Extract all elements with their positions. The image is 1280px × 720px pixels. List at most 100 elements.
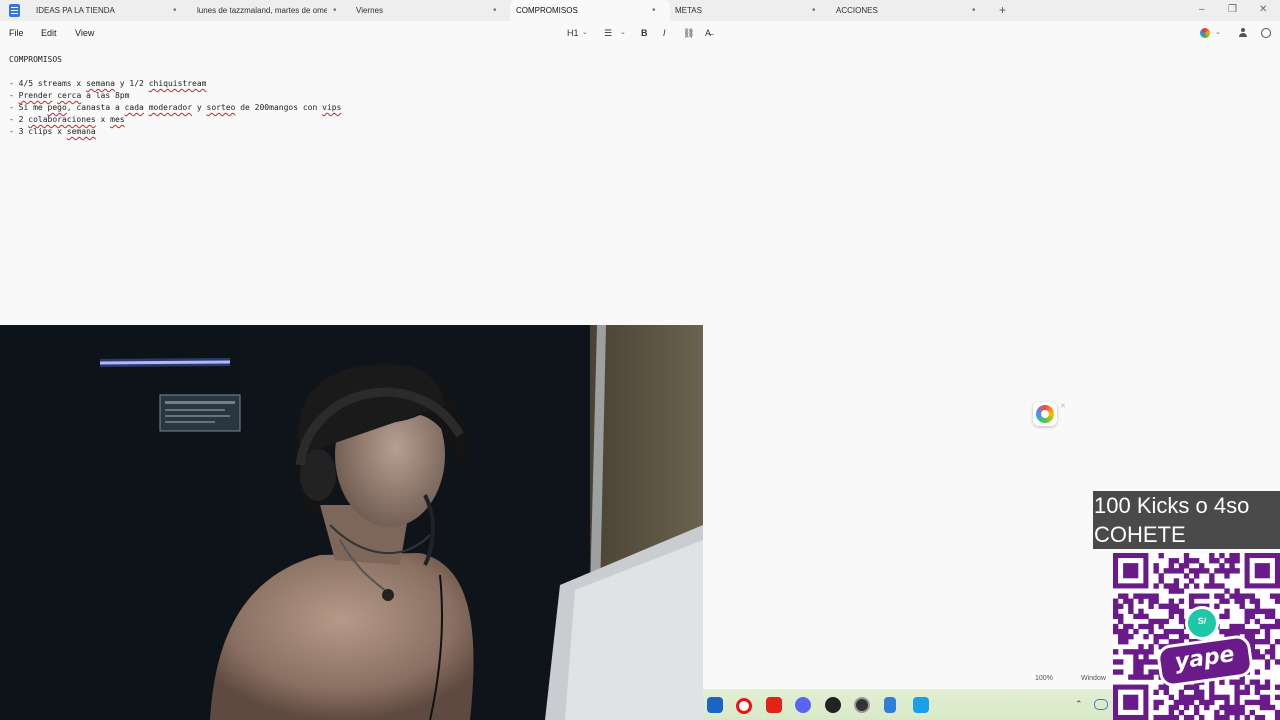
qr-module bbox=[1128, 623, 1134, 630]
chevron-down-icon[interactable]: ⌄ bbox=[1215, 22, 1221, 44]
close-icon[interactable]: ✕ bbox=[1060, 402, 1066, 410]
tab-metas[interactable]: METAS • bbox=[669, 0, 829, 21]
qr-module bbox=[1173, 628, 1180, 635]
tab-close-icon[interactable]: • bbox=[333, 0, 337, 21]
tab-close-icon[interactable]: • bbox=[652, 0, 656, 21]
qr-module bbox=[1143, 674, 1149, 680]
qr-module bbox=[1158, 618, 1164, 625]
opera-icon[interactable] bbox=[736, 698, 752, 714]
tab-viernes[interactable]: Viernes • bbox=[350, 0, 510, 21]
obs-icon[interactable] bbox=[825, 697, 841, 713]
qr-module bbox=[1188, 568, 1195, 574]
qr-module bbox=[1269, 608, 1276, 615]
link-icon[interactable]: ⛓ bbox=[683, 22, 694, 44]
qr-module bbox=[1269, 593, 1276, 599]
qr-module bbox=[1148, 598, 1154, 604]
qr-module bbox=[1133, 654, 1139, 660]
wps-office-icon[interactable] bbox=[766, 697, 782, 713]
tab-ideas-pa-la-tienda[interactable]: IDEAS PA LA TIENDA • bbox=[30, 0, 190, 21]
document-editor[interactable]: COMPROMISOS - 4/5 streams x semana y 1/2… bbox=[9, 54, 341, 138]
text-run: y bbox=[192, 103, 207, 112]
qr-module bbox=[1219, 714, 1225, 720]
tab-label: IDEAS PA LA TIENDA bbox=[36, 6, 115, 15]
qr-module bbox=[1168, 563, 1175, 569]
close-window-button[interactable]: ✕ bbox=[1259, 0, 1267, 21]
qr-module bbox=[1133, 649, 1139, 655]
qr-module bbox=[1244, 618, 1250, 625]
qr-module bbox=[1274, 639, 1280, 645]
stream-goal-overlay: 100 Kicks o 4so COHETE bbox=[1093, 491, 1280, 549]
tab-close-icon[interactable]: • bbox=[493, 0, 497, 21]
qr-module bbox=[1264, 623, 1271, 630]
chevron-down-icon[interactable]: ⌄ bbox=[620, 22, 626, 44]
qr-module bbox=[1188, 598, 1195, 604]
copilot-icon[interactable] bbox=[1200, 28, 1210, 38]
notepad-icon[interactable] bbox=[884, 697, 896, 713]
qr-module bbox=[1173, 588, 1180, 594]
text-run: , canasta a bbox=[66, 103, 125, 112]
qr-finder bbox=[1254, 563, 1270, 579]
qr-module bbox=[1148, 618, 1154, 625]
bold-button[interactable]: B bbox=[641, 22, 648, 44]
zoom-level[interactable]: 100% bbox=[1035, 672, 1053, 686]
tab-label: lunes de tazzmaland, martes de ome bbox=[197, 6, 327, 15]
new-tab-button[interactable]: + bbox=[999, 0, 1006, 21]
webcam-feed bbox=[0, 325, 703, 720]
account-icon[interactable] bbox=[1239, 28, 1247, 38]
qr-module bbox=[1199, 714, 1205, 720]
tab-lunes-de-tazzmaland[interactable]: lunes de tazzmaland, martes de ome • bbox=[191, 0, 351, 21]
tray-chevron-icon[interactable]: ⌃ bbox=[1075, 689, 1083, 720]
tab-close-icon[interactable]: • bbox=[173, 0, 177, 21]
qr-module bbox=[1168, 588, 1175, 594]
qr-module bbox=[1234, 714, 1240, 720]
qr-module bbox=[1173, 578, 1180, 584]
list-icon[interactable]: ☰ bbox=[604, 22, 612, 44]
qr-module bbox=[1244, 628, 1250, 635]
heading-dropdown[interactable]: H1 bbox=[567, 22, 579, 44]
qr-module bbox=[1118, 669, 1124, 675]
qr-module bbox=[1168, 568, 1175, 574]
menu-edit[interactable]: Edit bbox=[41, 22, 57, 44]
outlook-icon[interactable] bbox=[707, 697, 723, 713]
tab-compromisos[interactable]: COMPROMISOS • bbox=[510, 0, 670, 21]
qr-module bbox=[1138, 674, 1144, 680]
qr-module bbox=[1138, 649, 1144, 655]
italic-button[interactable]: I bbox=[663, 22, 666, 44]
qr-module bbox=[1254, 689, 1261, 695]
floating-app-icon[interactable] bbox=[1033, 402, 1057, 426]
qr-module bbox=[1178, 608, 1185, 615]
qr-module bbox=[1148, 603, 1154, 609]
menu-view[interactable]: View bbox=[75, 22, 94, 44]
qr-module bbox=[1249, 633, 1255, 640]
camera-app-icon[interactable] bbox=[854, 697, 870, 713]
settings-gear-icon[interactable] bbox=[1261, 28, 1271, 38]
tab-close-icon[interactable]: • bbox=[972, 0, 976, 21]
maximize-button[interactable]: ❐ bbox=[1228, 0, 1237, 21]
qr-module bbox=[1234, 553, 1240, 559]
discord-icon[interactable] bbox=[795, 697, 811, 713]
document-line: - Si me pego, canasta a cada moderador y… bbox=[9, 102, 341, 114]
qr-module bbox=[1138, 659, 1144, 665]
qr-module bbox=[1214, 694, 1220, 701]
minimize-button[interactable]: – bbox=[1199, 0, 1205, 21]
qr-module bbox=[1244, 714, 1250, 720]
qr-module bbox=[1183, 694, 1190, 701]
snipping-tool-icon[interactable] bbox=[913, 697, 929, 713]
qr-module bbox=[1219, 679, 1225, 685]
qr-module bbox=[1143, 633, 1149, 640]
tab-close-icon[interactable]: • bbox=[812, 0, 816, 21]
qr-module bbox=[1239, 709, 1245, 716]
menu-file[interactable]: File bbox=[9, 22, 24, 44]
qr-module bbox=[1264, 608, 1271, 615]
clear-formatting-icon[interactable]: A̶ bbox=[705, 22, 711, 44]
onedrive-icon[interactable] bbox=[1094, 699, 1108, 710]
chevron-down-icon[interactable]: ⌄ bbox=[582, 22, 588, 44]
qr-module bbox=[1239, 598, 1245, 604]
misspelled-word: semana bbox=[66, 127, 96, 136]
qr-module bbox=[1188, 684, 1195, 690]
qr-module bbox=[1199, 694, 1205, 701]
tab-label: COMPROMISOS bbox=[516, 6, 578, 15]
qr-module bbox=[1244, 608, 1250, 615]
qr-module bbox=[1269, 704, 1276, 711]
tab-acciones[interactable]: ACCIONES • bbox=[830, 0, 990, 21]
